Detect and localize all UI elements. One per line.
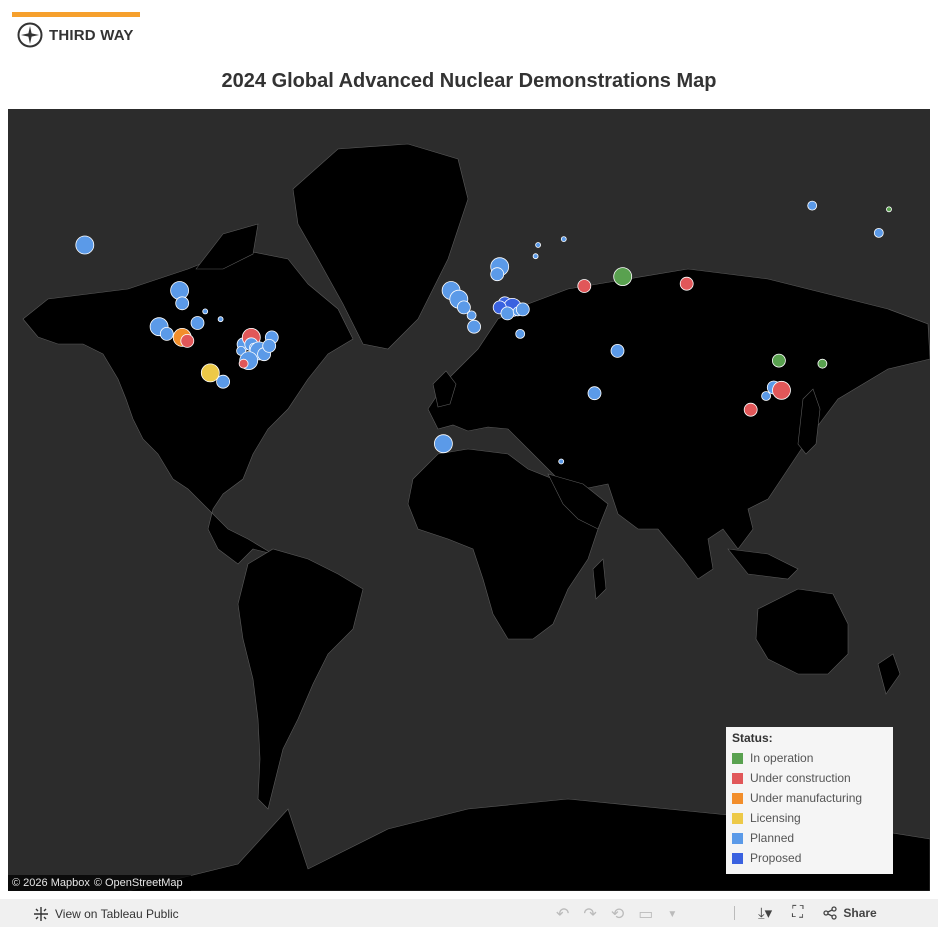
legend-swatch	[732, 832, 743, 844]
site-marker[interactable]	[490, 267, 505, 282]
brand-name: THIRD WAY	[49, 26, 134, 44]
brand-logo[interactable]: THIRD WAY	[17, 21, 134, 49]
legend-label: Licensing	[750, 811, 801, 825]
page-title: 2024 Global Advanced Nuclear Demonstrati…	[221, 70, 717, 92]
share-button[interactable]: Share	[823, 906, 877, 920]
legend-title: Status:	[732, 731, 773, 745]
brand-accent-bar	[12, 12, 140, 17]
site-marker[interactable]	[679, 276, 694, 291]
site-marker[interactable]	[200, 363, 220, 383]
fullscreen-icon[interactable]: ⛶	[792, 904, 803, 922]
undo-icon[interactable]: ↶	[556, 904, 569, 924]
legend-swatch	[732, 812, 743, 824]
legend-label: In operation	[750, 751, 814, 765]
site-marker[interactable]	[807, 200, 818, 211]
revert-icon[interactable]: ⟲	[611, 904, 624, 924]
site-marker[interactable]	[238, 358, 249, 369]
legend-item-proposed[interactable]: Proposed	[732, 848, 887, 868]
site-marker[interactable]	[532, 253, 539, 260]
legend-swatch	[732, 792, 743, 804]
toolbar-divider	[734, 906, 735, 920]
chevron-down-icon[interactable]: ▼	[667, 909, 677, 920]
map-attribution[interactable]: © 2026 Mapbox © OpenStreetMap	[8, 875, 191, 891]
site-marker[interactable]	[535, 242, 541, 248]
site-marker[interactable]	[817, 358, 828, 369]
legend-swatch	[732, 772, 743, 784]
site-marker[interactable]	[433, 434, 453, 454]
site-marker[interactable]	[216, 374, 231, 389]
site-marker[interactable]	[772, 353, 786, 368]
toolbar-actions: ⤓▾ ⛶ Share	[758, 904, 877, 922]
history-tools: ↶ ↷ ⟲ ▭ ▼	[556, 904, 677, 924]
site-marker[interactable]	[262, 338, 277, 353]
view-on-tableau-link[interactable]: View on Tableau Public	[33, 906, 179, 922]
download-icon[interactable]: ⤓▾	[758, 904, 772, 922]
site-marker[interactable]	[886, 206, 892, 213]
site-marker[interactable]	[873, 228, 884, 238]
tableau-toolbar: View on Tableau Public ↶ ↷ ⟲ ▭ ▼ ⤓▾ ⛶ Sh…	[0, 899, 938, 927]
site-marker[interactable]	[515, 302, 530, 317]
site-marker[interactable]	[75, 235, 95, 255]
site-marker[interactable]	[743, 402, 758, 417]
site-marker[interactable]	[500, 306, 515, 321]
compass-logo-icon	[17, 22, 43, 48]
site-marker[interactable]	[175, 296, 190, 311]
site-marker[interactable]	[202, 308, 209, 315]
legend-label: Under construction	[750, 771, 851, 785]
legend-label: Planned	[750, 831, 795, 845]
share-label: Share	[843, 906, 877, 920]
osm-attribution[interactable]: © OpenStreetMap	[94, 877, 183, 889]
site-marker[interactable]	[159, 326, 174, 341]
redo-icon[interactable]: ↷	[583, 904, 596, 924]
site-marker[interactable]	[610, 343, 625, 358]
share-icon	[823, 906, 838, 920]
site-marker[interactable]	[466, 310, 477, 321]
site-marker[interactable]	[772, 380, 791, 400]
legend-item-in-operation[interactable]: In operation	[732, 748, 887, 768]
legend-swatch	[732, 752, 743, 764]
legend-label: Under manufacturing	[750, 791, 863, 805]
legend-item-licensing[interactable]: Licensing	[732, 808, 887, 828]
site-marker[interactable]	[467, 319, 482, 334]
site-marker[interactable]	[558, 458, 565, 465]
view-on-tableau-label: View on Tableau Public	[55, 907, 179, 921]
site-marker[interactable]	[560, 236, 567, 243]
legend-item-under-manufacturing[interactable]: Under manufacturing	[732, 788, 887, 808]
site-marker[interactable]	[515, 328, 526, 339]
status-legend[interactable]: Status: In operation Under construction …	[726, 727, 893, 874]
legend-label: Proposed	[750, 851, 802, 865]
mapbox-attribution[interactable]: © 2026 Mapbox	[12, 877, 90, 889]
pause-icon[interactable]: ▭	[638, 904, 653, 924]
site-marker[interactable]	[587, 386, 602, 401]
site-marker[interactable]	[180, 333, 195, 348]
site-marker[interactable]	[217, 316, 224, 323]
site-marker[interactable]	[613, 267, 633, 287]
site-marker[interactable]	[170, 281, 190, 300]
legend-item-under-construction[interactable]: Under construction	[732, 768, 887, 788]
legend-item-planned[interactable]: Planned	[732, 828, 887, 848]
tableau-logo-icon	[34, 907, 48, 921]
legend-swatch	[732, 852, 743, 864]
site-marker[interactable]	[577, 279, 592, 293]
site-marker[interactable]	[761, 391, 771, 401]
site-marker[interactable]	[190, 316, 205, 330]
